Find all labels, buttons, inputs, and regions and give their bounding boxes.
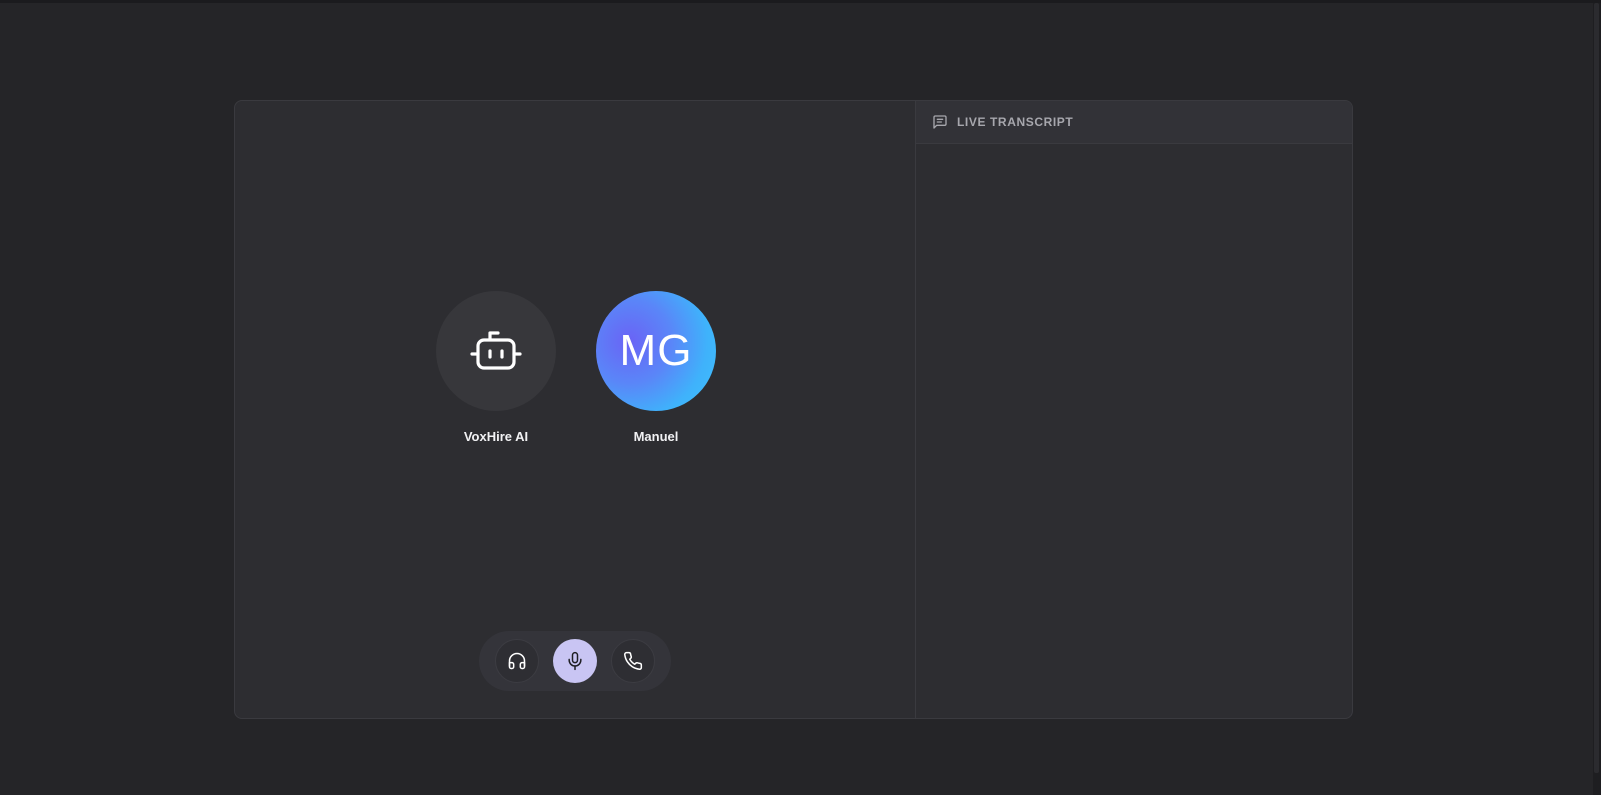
headphones-icon <box>508 652 526 670</box>
microphone-icon <box>568 651 582 671</box>
headphones-button[interactable] <box>495 639 539 683</box>
participant-ai: VoxHire AI <box>436 291 556 444</box>
scrollbar-thumb[interactable] <box>1594 3 1599 773</box>
call-controls <box>479 631 671 691</box>
transcript-title: LIVE TRANSCRIPT <box>957 115 1074 129</box>
end-call-button[interactable] <box>611 639 655 683</box>
user-initials: MG <box>619 326 693 375</box>
transcript-panel: LIVE TRANSCRIPT <box>916 101 1352 718</box>
page-scrollbar[interactable] <box>1593 3 1601 795</box>
call-card: VoxHire AI MG Manuel LIVE TRANSCRIPT <box>234 100 1353 719</box>
microphone-button[interactable] <box>553 639 597 683</box>
user-avatar: MG <box>596 291 716 411</box>
robot-icon <box>470 331 522 370</box>
phone-icon <box>624 651 643 671</box>
window-top-border <box>0 0 1601 3</box>
participant-user: MG Manuel <box>596 291 716 444</box>
transcript-list[interactable] <box>916 144 1352 718</box>
chat-icon <box>933 115 947 129</box>
user-name: Manuel <box>633 429 679 444</box>
transcript-header: LIVE TRANSCRIPT <box>916 101 1352 144</box>
ai-avatar <box>436 291 556 411</box>
call-stage: VoxHire AI MG Manuel <box>235 101 916 718</box>
ai-name: VoxHire AI <box>463 429 529 444</box>
